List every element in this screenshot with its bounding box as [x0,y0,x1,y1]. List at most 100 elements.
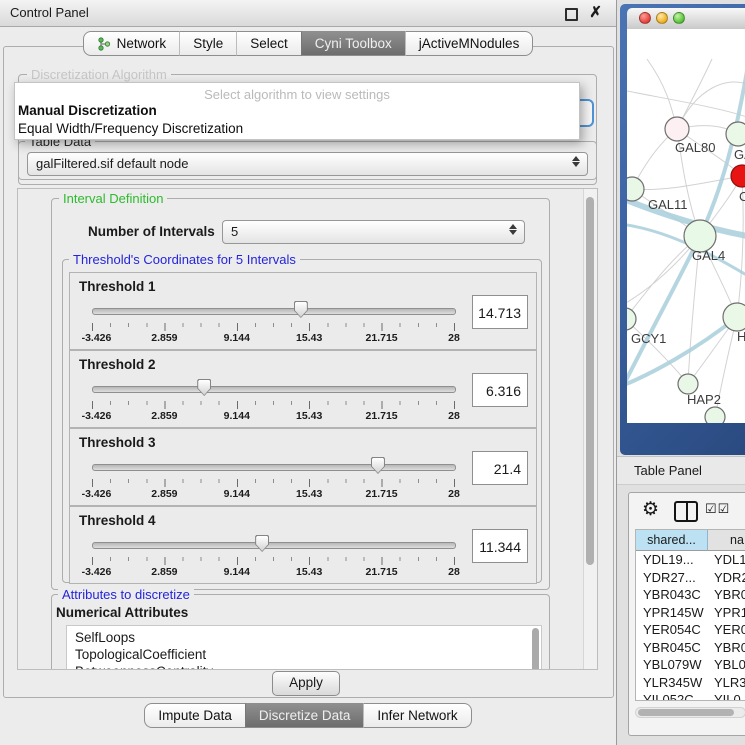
node-h[interactable] [723,303,745,331]
table-row[interactable]: YBL079WYBL0 [636,656,745,674]
node-green-right[interactable] [726,122,745,146]
option-manual-discretization[interactable]: Manual Discretization [18,103,157,118]
table-data-selected-value: galFiltered.sif default node [36,156,188,171]
threshold-2-slider[interactable]: -3.4262.859 9.14415.43 21.71528 [92,379,454,421]
table-row[interactable]: YBR043CYBR0 [636,586,745,604]
tab-network-label: Network [117,32,167,55]
slider-scale: -3.4262.859 9.14415.43 21.71528 [92,410,454,422]
node-label-gal4: GAL4 [692,248,725,263]
tab-impute-data[interactable]: Impute Data [144,703,245,728]
table-row[interactable]: YBR045CYBR0 [636,639,745,657]
split-columns-icon[interactable] [674,501,698,522]
node-label-partial-c: C [739,189,745,204]
algorithm-dropdown-popup: Select algorithm to view settings Manual… [14,82,580,140]
node-gal11[interactable] [627,177,644,201]
algorithm-placeholder: Select algorithm to view settings [15,87,579,102]
table-row[interactable]: YDR27...YDR2 [636,569,745,587]
panel-title: Control Panel [10,0,89,26]
zoom-window-icon[interactable] [673,12,685,24]
settings-vertical-scrollbar[interactable] [583,189,597,669]
threshold-1-slider-thumb[interactable] [294,301,308,318]
threshold-4-panel: Threshold 4 -3.4262.859 9.14415.43 21.71… [69,506,537,584]
table-horizontal-scrollbar[interactable] [635,707,745,718]
node-label-gal11: GAL11 [648,197,688,212]
node-pink[interactable] [665,117,689,141]
threshold-2-label: Threshold 2 [79,357,156,372]
node-bottom[interactable] [705,407,725,423]
tab-select[interactable]: Select [236,31,301,56]
threshold-3-slider-thumb[interactable] [371,457,385,474]
option-equal-width-frequency[interactable]: Equal Width/Frequency Discretization [18,121,243,136]
network-view-window: GAL80 GA C GAL11 GAL4 GCY1 H HAP2 [620,4,745,455]
minimize-window-icon[interactable] [656,12,668,24]
tab-infer-network[interactable]: Infer Network [363,703,471,728]
node-gcy1[interactable] [627,308,636,330]
table-rows: YDL19...YDL1 YDR27...YDR2 YBR043CYBR0 YP… [636,551,745,701]
node-table: shared... na YDL19...YDL1 YDR27...YDR2 Y… [635,529,745,701]
table-panel-titlebar: Table Panel [617,456,745,485]
tab-cyni-toolbox[interactable]: Cyni Toolbox [301,31,405,56]
close-window-icon[interactable] [639,12,651,24]
threshold-2-value-field[interactable]: 6.316 [472,373,528,407]
bottom-tab-bar: Impute Data Discretize Data Infer Networ… [0,703,616,728]
tab-discretize-data[interactable]: Discretize Data [245,703,364,728]
number-of-intervals-label: Number of Intervals [88,224,215,239]
network-node-labels: GAL80 GA C GAL11 GAL4 GCY1 H HAP2 [631,140,745,407]
node-label-hap2: HAP2 [687,392,721,407]
table-row[interactable]: YLR345WYLR3 [636,674,745,692]
table-row[interactable]: YDL19...YDL1 [636,551,745,569]
threshold-3-label: Threshold 3 [79,435,156,450]
combo-arrows-icon [571,156,580,167]
scrollbar-thumb[interactable] [586,197,594,565]
table-panel: ⚙ ☑☑ shared... na YDL19...YDL1 YDR27...Y… [628,492,745,736]
table-row[interactable]: YER054CYER0 [636,621,745,639]
threshold-4-slider-thumb[interactable] [255,535,269,552]
control-panel-titlebar: Control Panel ✗ [0,0,616,27]
network-window-titlebar[interactable] [627,8,745,30]
table-data-combobox[interactable]: galFiltered.sif default node [27,152,588,176]
threshold-4-slider[interactable]: -3.4262.859 9.14415.43 21.71528 [92,535,454,577]
table-row[interactable]: YIL052CYIL0 [636,691,745,701]
list-item[interactable]: SelfLoops [67,626,541,646]
column-header-name[interactable]: na [708,530,745,551]
float-window-button[interactable] [565,8,578,21]
threshold-4-label: Threshold 4 [79,513,156,528]
threshold-1-value-field[interactable]: 14.713 [472,295,528,329]
threshold-2-slider-thumb[interactable] [197,379,211,396]
numerical-attributes-label: Numerical Attributes [56,605,188,620]
interval-definition-title: Interval Definition [59,191,167,206]
network-canvas[interactable]: GAL80 GA C GAL11 GAL4 GCY1 H HAP2 [627,29,745,423]
discretization-algorithm-group-title: Discretization Algorithm [27,67,171,82]
settings-scroll-viewport: Interval Definition Number of Intervals … [17,188,598,670]
threshold-3-slider[interactable]: -3.4262.859 9.14415.43 21.71528 [92,457,454,499]
list-item[interactable]: TopologicalCoefficient [67,646,541,663]
slider-scale: -3.4262.859 9.14415.43 21.71528 [92,566,454,578]
table-data-group: Table Data galFiltered.sif default node [18,141,597,185]
gear-icon[interactable]: ⚙ [642,499,659,521]
attributes-group-title: Attributes to discretize [58,587,194,602]
thresholds-group-title: Threshold's Coordinates for 5 Intervals [69,252,300,267]
apply-button[interactable]: Apply [272,671,340,696]
number-of-intervals-combobox[interactable]: 5 [222,220,525,244]
table-row[interactable]: YPR145WYPR1 [636,604,745,622]
tab-style[interactable]: Style [179,31,236,56]
list-item[interactable]: BetweennessCentrality [67,663,541,670]
number-of-intervals-value: 5 [231,224,238,239]
tab-jactivemnodules[interactable]: jActiveMNodules [405,31,534,56]
list-scrollbar[interactable] [532,628,539,670]
scrollbar-thumb[interactable] [638,709,734,716]
slider-scale: -3.4262.859 9.14415.43 21.71528 [92,488,454,500]
attributes-group: Attributes to discretize Numerical Attri… [51,594,550,670]
node-label-gcy1: GCY1 [631,331,666,346]
node-label-gal80: GAL80 [675,140,715,155]
numerical-attributes-list[interactable]: SelfLoops TopologicalCoefficient Between… [66,625,542,670]
threshold-4-value-field[interactable]: 11.344 [472,529,528,563]
tab-network[interactable]: Network [83,31,180,56]
column-header-shared-name[interactable]: shared... [636,530,708,551]
threshold-3-value-field[interactable]: 21.4 [472,451,528,485]
threshold-1-slider[interactable]: -3.4262.859 9.14415.43 21.71528 [92,301,454,343]
node-hap2[interactable] [678,374,698,394]
checkbox-columns-icon[interactable]: ☑☑ [705,501,730,517]
threshold-2-panel: Threshold 2 -3.4262.859 9.14415.43 21.71… [69,350,537,428]
close-panel-button[interactable]: ✗ [589,1,602,25]
